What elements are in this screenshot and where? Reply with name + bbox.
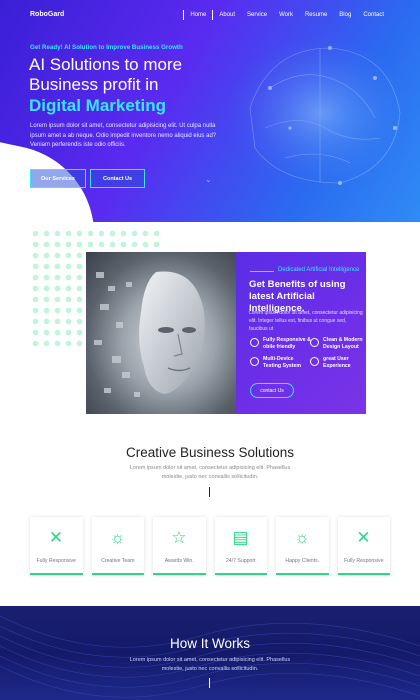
ai-brain-background xyxy=(225,33,415,193)
feature-item: Clean & Modern Design Layout xyxy=(310,337,373,351)
hero-section: RoboGard Home About Service Work Resume … xyxy=(0,0,420,222)
feature-panel: Dedicated Artificial Intelligence Get Be… xyxy=(236,252,366,414)
wave-lines-background xyxy=(0,615,420,698)
service-card-label: Awards Win. xyxy=(164,558,194,564)
scroll-down-icon[interactable]: ⌄ xyxy=(205,175,212,184)
section-divider xyxy=(209,678,210,688)
robot-face-illustration xyxy=(94,271,205,397)
design-icon xyxy=(310,338,319,347)
feature-item: great User Experience xyxy=(310,356,373,370)
nav-item-contact[interactable]: Contact xyxy=(357,10,390,20)
tools-icon: ✕ xyxy=(48,528,64,547)
service-card-label: Fully Responsive xyxy=(36,558,77,564)
service-card[interactable]: ✕ Fully Responsive xyxy=(337,517,390,575)
eyebrow-line xyxy=(250,271,274,272)
hero-eyebrow: Get Ready! AI Solution to Improve Busine… xyxy=(30,44,183,51)
nav-item-blog[interactable]: Blog xyxy=(333,10,357,20)
section-divider xyxy=(209,487,210,497)
contact-us-button[interactable]: Contact Us xyxy=(90,169,145,188)
device-icon xyxy=(250,357,259,366)
nav-item-about[interactable]: About xyxy=(213,10,241,20)
feature-item-label: great User Experience xyxy=(323,356,351,369)
service-card[interactable]: ☆ Awards Win. xyxy=(153,517,206,575)
service-card-label: Creative Team xyxy=(101,558,135,564)
tools-icon: ✕ xyxy=(356,528,371,547)
service-card-label: 24/7 Support xyxy=(225,558,256,564)
feature-item: Multi-Device Testing System xyxy=(250,356,313,370)
responsive-icon xyxy=(250,338,259,347)
feature-item-label: Clean & Modern Design Layout xyxy=(323,337,363,350)
hero-title: AI Solutions to more Business profit in xyxy=(29,55,183,94)
nav-menu: Home About Service Work Resume Blog Cont… xyxy=(183,10,390,20)
user-experience-icon xyxy=(310,357,319,366)
service-card-label: Happy Clients. xyxy=(285,558,320,564)
hero-title-highlight: Digital Marketing xyxy=(29,96,166,115)
how-it-works-title: How It Works xyxy=(169,636,250,651)
service-card[interactable]: ☼ Creative Team xyxy=(91,517,144,575)
nav-item-work[interactable]: Work xyxy=(273,10,299,20)
lightbulb-icon: ☼ xyxy=(109,528,126,547)
document-icon: ▤ xyxy=(232,528,249,547)
contact-us-panel-button[interactable]: contact Us xyxy=(250,383,294,398)
feature-text: Lorem ipsum dolor sit amet, consectetur … xyxy=(249,310,363,332)
service-card-label: Fully Responsive xyxy=(344,558,384,564)
service-card[interactable]: ☼ Happy Clients. xyxy=(276,517,329,575)
star-icon: ☆ xyxy=(171,528,187,547)
creative-section-subtitle: Lorem ipsum dolor sit amet, consectetur … xyxy=(129,465,291,480)
feature-item-label: Multi-Device Testing System xyxy=(263,356,301,369)
how-it-works-section: How It Works Lorem ipsum dolor sit amet,… xyxy=(0,606,420,700)
nav-item-resume[interactable]: Resume xyxy=(299,10,333,20)
nav-item-home[interactable]: Home xyxy=(183,10,214,20)
ai-face-image xyxy=(86,252,236,414)
hero-text: Lorem ipsum dolor sit amet, consectetur … xyxy=(30,123,217,148)
feature-eyebrow: Dedicated Artificial Intelligence xyxy=(278,267,360,273)
service-card[interactable]: ✕ Fully Responsive xyxy=(30,517,83,575)
feature-item-label: Fully Responsive & obile friendly xyxy=(263,337,311,350)
creative-section-title: Creative Business Solutions xyxy=(125,445,295,460)
service-card[interactable]: ▤ 24/7 Support xyxy=(214,517,267,575)
site-logo[interactable]: RoboGard xyxy=(30,11,64,18)
top-navbar: RoboGard Home About Service Work Resume … xyxy=(0,9,420,23)
lightbulb-icon: ☼ xyxy=(294,528,310,547)
feature-item: Fully Responsive & obile friendly xyxy=(250,337,313,351)
how-it-works-subtitle: Lorem ipsum dolor sit amet, consectetur … xyxy=(129,657,291,672)
nav-item-service[interactable]: Service xyxy=(241,10,273,20)
service-cards: ✕ Fully Responsive ☼ Creative Team ☆ Awa… xyxy=(30,517,390,575)
our-services-button[interactable]: Our Services xyxy=(30,169,86,188)
